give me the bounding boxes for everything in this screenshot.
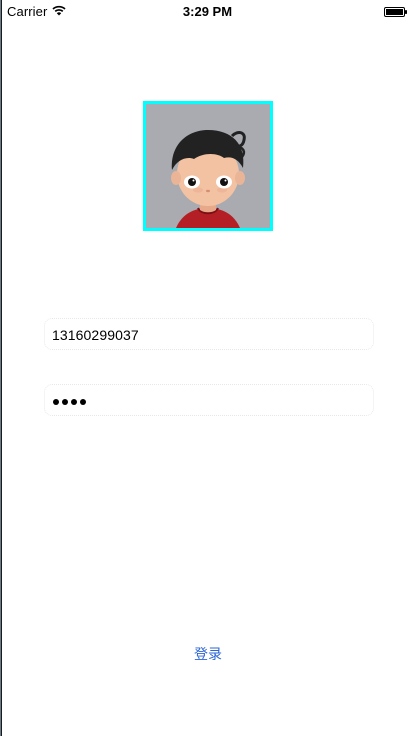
password-dot [71, 399, 77, 405]
status-time: 3:29 PM [182, 4, 233, 19]
phone-value: 13160299037 [52, 327, 139, 343]
status-bar: Carrier 3:29 PM [0, 0, 415, 22]
phone-field[interactable]: 13160299037 [44, 318, 374, 350]
password-dot [53, 399, 59, 405]
password-dot [62, 399, 68, 405]
password-field[interactable] [44, 384, 374, 416]
login-screen: Carrier 3:29 PM 13160299037 登录 [0, 0, 415, 736]
avatar[interactable] [143, 101, 273, 231]
password-mask [53, 399, 86, 405]
login-button[interactable]: 登录 [168, 642, 248, 666]
password-dot [80, 399, 86, 405]
battery-icon [384, 7, 407, 17]
left-edge-divider [0, 0, 2, 736]
cartoon-boy-avatar-icon [146, 104, 270, 228]
